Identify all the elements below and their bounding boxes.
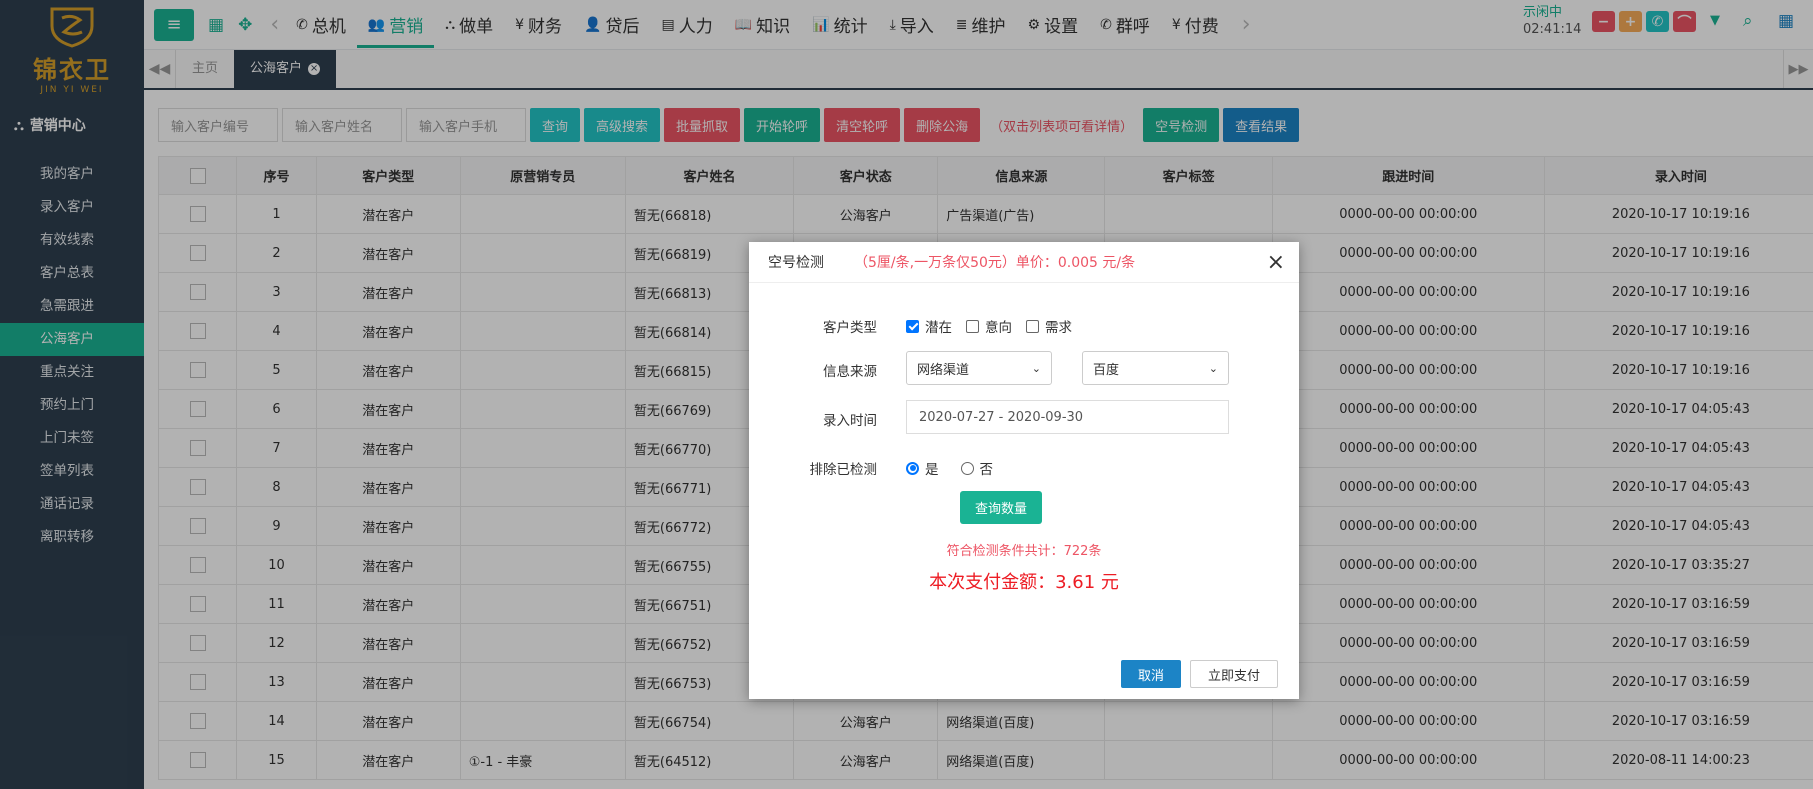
dialog-header: 空号检测 （5厘/条,一万条仅50元）单价：0.005 元/条 × xyxy=(749,242,1299,283)
source-label: 信息来源 xyxy=(823,364,877,380)
exclude-no-option[interactable]: 否 xyxy=(960,458,994,478)
exclude-checked-options: 是 否 xyxy=(906,458,1007,478)
radio-icon[interactable] xyxy=(960,461,974,475)
date-range-input[interactable]: 2020-07-27 - 2020-09-30 xyxy=(906,400,1229,434)
source-select[interactable]: 网络渠道 ⌄ xyxy=(906,351,1052,385)
exclude-no-label: 否 xyxy=(979,462,994,478)
type-option-intent[interactable]: 意向 xyxy=(966,316,1012,336)
checkbox-icon[interactable] xyxy=(966,319,979,333)
dialog-price-note: （5厘/条,一万条仅50元）单价：0.005 元/条 xyxy=(854,255,1136,271)
entry-time-label: 录入时间 xyxy=(823,413,877,429)
type-option-label: 需求 xyxy=(1045,320,1072,336)
exclude-checked-label: 排除已检测 xyxy=(809,462,878,478)
source-sub-select[interactable]: 百度 ⌄ xyxy=(1082,351,1229,385)
close-icon[interactable]: × xyxy=(1267,250,1285,275)
source-sub-select-value: 百度 xyxy=(1093,362,1120,378)
customer-type-options: 潜在 意向 需求 xyxy=(906,316,1086,336)
type-option-label: 潜在 xyxy=(925,320,952,336)
type-option-label: 意向 xyxy=(985,320,1012,336)
chevron-down-icon: ⌄ xyxy=(1208,361,1218,375)
exclude-yes-label: 是 xyxy=(925,462,939,478)
source-select-value: 网络渠道 xyxy=(917,362,970,378)
checkbox-checked-icon[interactable] xyxy=(906,319,919,333)
pay-now-button[interactable]: 立即支付 xyxy=(1190,660,1278,688)
type-option-potential[interactable]: 潜在 xyxy=(906,316,952,336)
type-option-demand[interactable]: 需求 xyxy=(1026,316,1072,336)
exclude-yes-option[interactable]: 是 xyxy=(906,458,939,478)
dialog-title: 空号检测 xyxy=(768,255,824,271)
empty-check-dialog: 空号检测 （5厘/条,一万条仅50元）单价：0.005 元/条 × 客户类型 潜… xyxy=(749,242,1299,699)
radio-selected-icon[interactable] xyxy=(906,461,919,475)
query-count-button[interactable]: 查询数量 xyxy=(960,491,1042,524)
chevron-down-icon: ⌄ xyxy=(1031,361,1041,375)
checkbox-icon[interactable] xyxy=(1026,319,1039,333)
cancel-button[interactable]: 取消 xyxy=(1121,660,1181,688)
match-count-text: 符合检测条件共计：722条 xyxy=(946,544,1102,559)
customer-type-label: 客户类型 xyxy=(823,320,877,336)
payment-amount-text: 本次支付金额：3.61 元 xyxy=(929,572,1119,593)
